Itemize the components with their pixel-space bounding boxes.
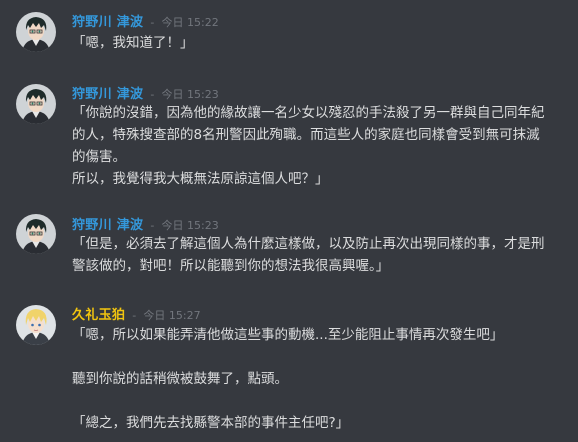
message-content: 「嗯，所以如果能弄清他做這些事的動機...至少能阻止事情再次發生吧」 聽到你說的… [72,324,567,434]
message-timestamp: 今日 15:23 [161,219,219,232]
author-name[interactable]: 狩野川 津波 [72,87,143,102]
author-name[interactable]: 狩野川 津波 [72,218,143,233]
message-header: 久礼玉狛 - 今日 15:27 [72,304,201,323]
message-content: 「嗯，我知道了！」 [72,32,567,54]
header-separator: - [150,219,155,232]
message-content: 「但是，必須去了解這個人為什麼這樣做，以及防止再次出現同樣的事，才是刑 警該做的… [72,233,567,277]
message-line: 「但是，必須去了解這個人為什麼這樣做，以及防止再次出現同樣的事，才是刑 [72,236,545,252]
header-separator: - [150,88,155,101]
message-header: 狩野川 津波 - 今日 15:22 [72,11,219,30]
dark-haired-boy-avatar[interactable] [16,84,56,124]
message-content: 「你說的沒錯，因為他的緣故讓一名少女以殘忍的手法殺了另一群與自己同年紀 的人，特… [72,102,567,190]
author-name[interactable]: 狩野川 津波 [72,15,143,30]
message-line: 的傷害。 [72,149,126,165]
message-header: 狩野川 津波 - 今日 15:23 [72,214,219,233]
message-line: 「嗯，我知道了！」 [72,35,194,51]
header-separator: - [132,309,137,322]
header-separator: - [150,16,155,29]
blond-boy-avatar[interactable] [16,305,56,345]
message-timestamp: 今日 15:23 [161,88,219,101]
chat-log: 狩野川 津波 - 今日 15:22 「嗯，我知道了！」 狩野川 津波 - 今日 … [0,0,578,442]
author-name[interactable]: 久礼玉狛 [72,308,125,323]
message-line: 「總之，我們先去找縣警本部的事件主任吧?」 [72,415,350,431]
message-line: 「嗯，所以如果能弄清他做這些事的動機...至少能阻止事情再次發生吧」 [72,327,504,343]
message-line: 所以，我覺得我大概無法原諒這個人吧？」 [72,171,329,187]
message-timestamp: 今日 15:22 [161,16,219,29]
message-line: 「你說的沒錯，因為他的緣故讓一名少女以殘忍的手法殺了另一群與自己同年紀 [72,105,545,121]
dark-haired-boy-avatar[interactable] [16,214,56,254]
message-line: 聽到你說的話稍微被鼓舞了，點頭。 [72,371,288,387]
message-header: 狩野川 津波 - 今日 15:23 [72,83,219,102]
message-timestamp: 今日 15:27 [143,309,201,322]
message-line: 的人，特殊搜查部的8名刑警因此殉職。而這些人的家庭也同樣會受到無可抹滅 [72,127,540,143]
message-line: 警該做的，對吧！所以能聽到你的想法我很高興喔。」 [72,258,390,274]
dark-haired-boy-avatar[interactable] [16,12,56,52]
